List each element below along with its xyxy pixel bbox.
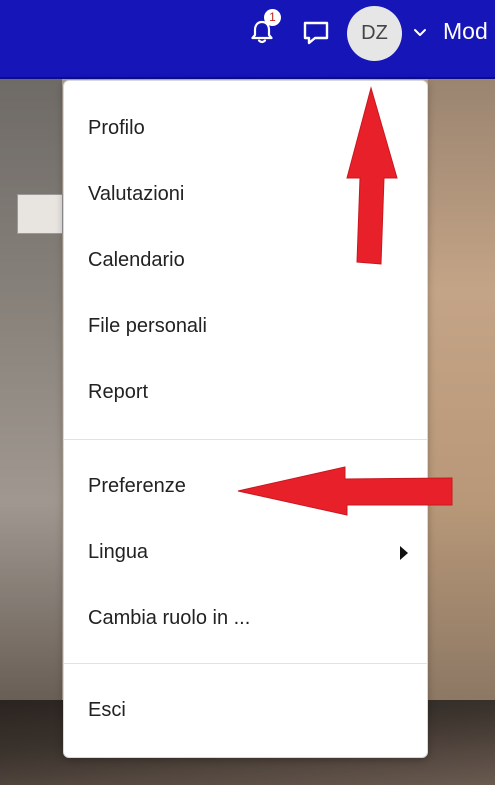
menu-item-profilo[interactable]: Profilo — [88, 117, 145, 140]
top-navbar: 1 DZ Mod — [0, 0, 495, 79]
mode-toggle-label[interactable]: Mod — [443, 18, 488, 45]
background-left-wall — [0, 78, 62, 785]
menu-item-lingua[interactable]: Lingua — [88, 541, 148, 564]
user-avatar[interactable]: DZ — [347, 6, 402, 61]
chat-bubble-icon[interactable] — [301, 19, 331, 47]
menu-item-report[interactable]: Report — [88, 381, 148, 404]
notification-count-badge: 1 — [264, 9, 281, 26]
menu-item-cambia-ruolo[interactable]: Cambia ruolo in ... — [88, 607, 250, 630]
caret-right-icon — [398, 545, 410, 561]
menu-item-preferenze[interactable]: Preferenze — [88, 475, 186, 498]
menu-item-file-personali[interactable]: File personali — [88, 315, 207, 338]
background-sign — [18, 195, 62, 233]
menu-item-calendario[interactable]: Calendario — [88, 249, 185, 272]
background-right-door — [428, 78, 495, 785]
chevron-down-icon[interactable] — [412, 24, 428, 40]
user-menu-dropdown: Profilo Valutazioni Calendario File pers… — [63, 80, 428, 758]
menu-item-valutazioni[interactable]: Valutazioni — [88, 183, 184, 206]
menu-divider — [64, 439, 427, 440]
menu-item-esci[interactable]: Esci — [88, 699, 126, 722]
menu-divider — [64, 663, 427, 664]
